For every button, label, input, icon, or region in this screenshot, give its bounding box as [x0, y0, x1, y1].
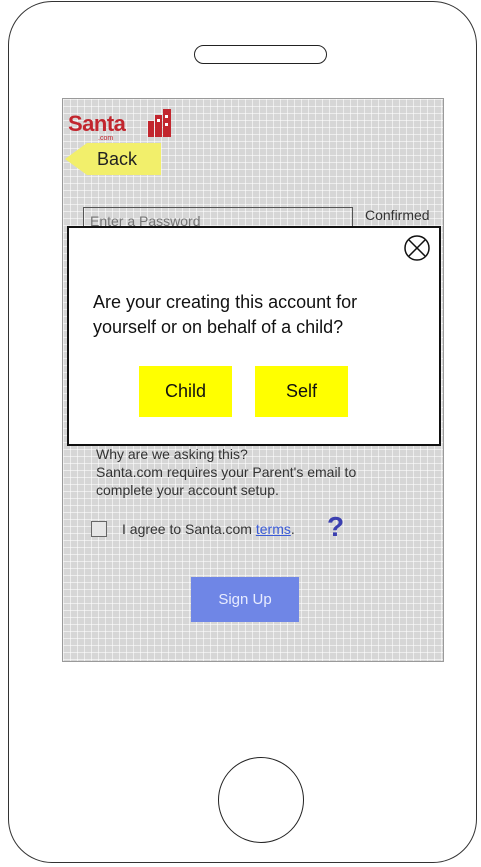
logo-text: Santa: [68, 111, 126, 136]
child-button[interactable]: Child: [139, 366, 232, 417]
agree-text: I agree to Santa.com terms.: [122, 521, 295, 537]
info-line-1: Why are we asking this?: [96, 446, 248, 462]
self-button[interactable]: Self: [255, 366, 348, 417]
confirmed-label: Confirmed: [365, 207, 430, 223]
agree-prefix: I agree to Santa.com: [122, 521, 256, 537]
back-button[interactable]: Back: [65, 143, 161, 175]
back-button-label: Back: [97, 149, 138, 169]
agree-terms-row: I agree to Santa.com terms. ?: [91, 511, 391, 545]
santa-logo: Santa .com: [68, 105, 178, 145]
account-type-question: Are your creating this account for yours…: [93, 292, 358, 337]
speaker-slot: [194, 45, 327, 64]
close-icon[interactable]: [403, 234, 431, 262]
gift-stack-icon: [148, 109, 171, 137]
terms-link[interactable]: terms: [256, 521, 291, 537]
signup-button[interactable]: Sign Up: [191, 577, 299, 622]
info-line-2: Santa.com requires your Parent's email t…: [96, 464, 357, 480]
agree-suffix: .: [290, 521, 295, 537]
logo-subtext: .com: [98, 135, 114, 142]
agree-checkbox[interactable]: [91, 521, 107, 537]
help-icon[interactable]: ?: [327, 511, 344, 543]
why-asking-info: Why are we asking this? Santa.com requir…: [96, 445, 416, 499]
account-type-modal: Are your creating this account for yours…: [67, 226, 441, 446]
home-button[interactable]: [218, 757, 304, 843]
info-line-3: complete your account setup.: [96, 482, 279, 498]
